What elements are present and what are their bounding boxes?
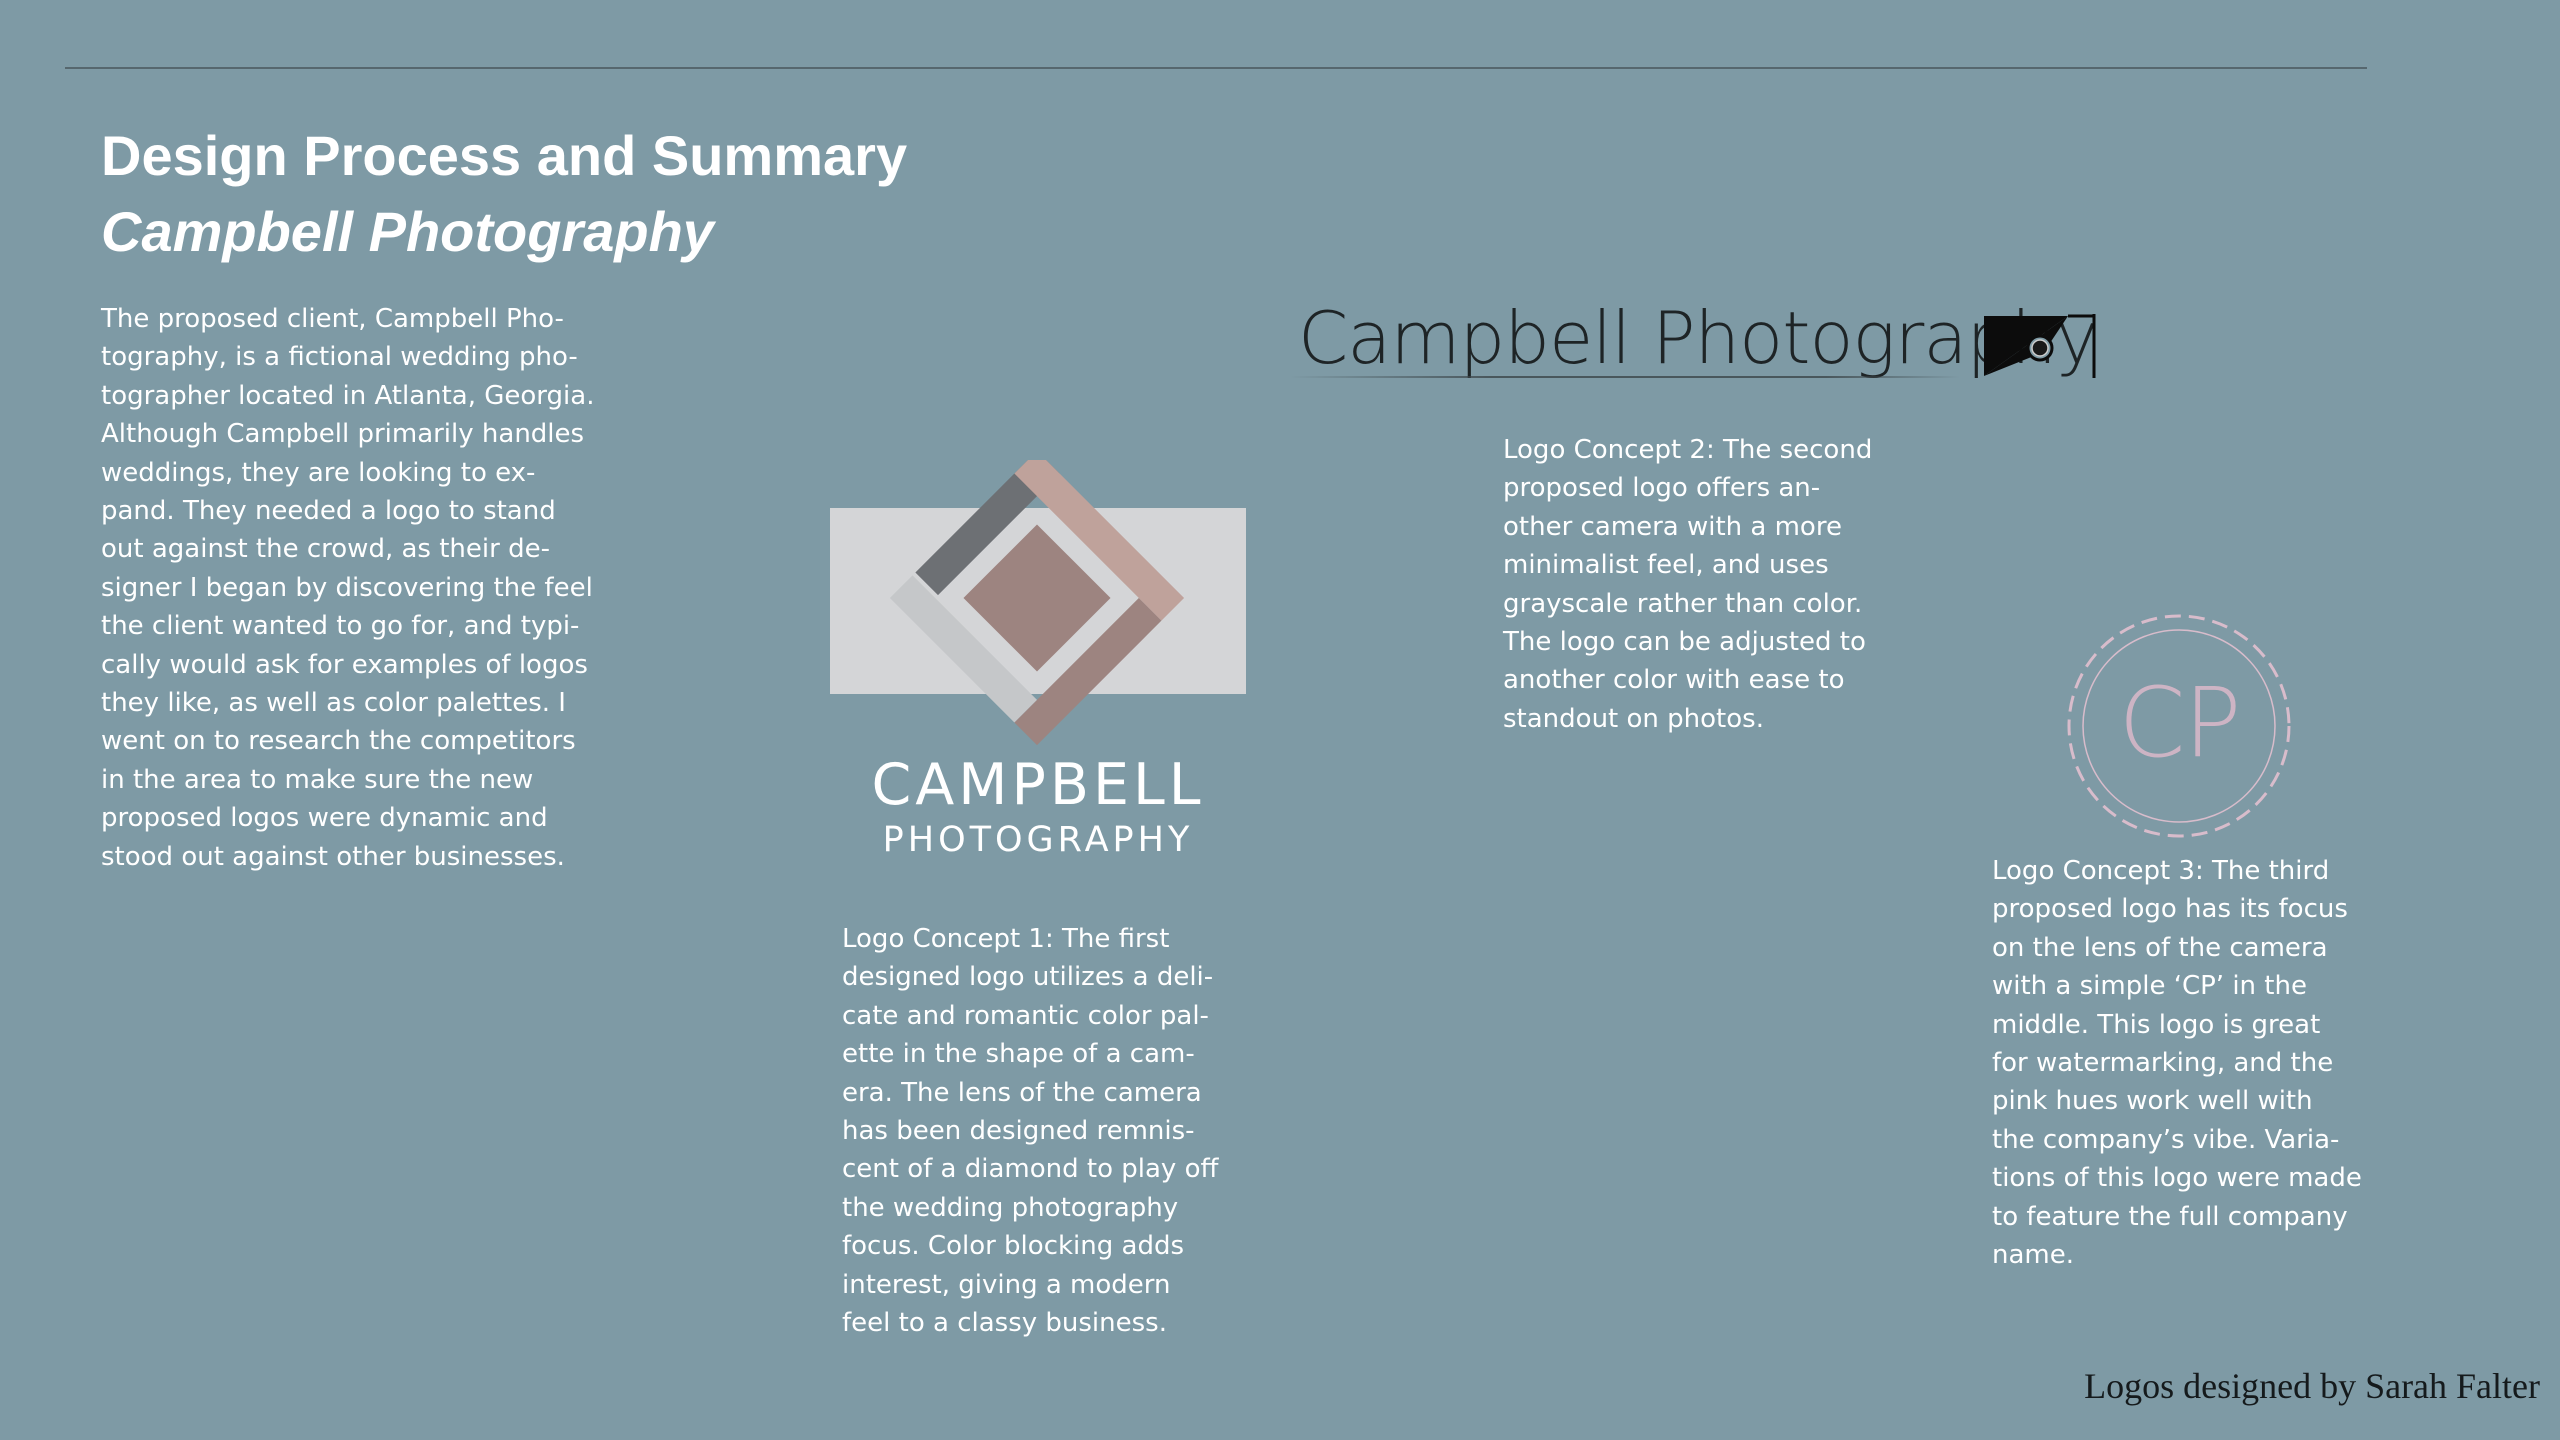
logo-concept-3-description: Logo Concept 3: The third proposed logo … — [1992, 856, 2362, 1271]
logo3-monogram: CP — [2118, 667, 2242, 779]
page-title: Design Process and Summary — [101, 124, 908, 187]
page-subtitle: Campbell Photography — [101, 200, 714, 263]
logo2-wordmark: Campbell Photography — [1298, 296, 2098, 380]
logo1-wordmark: CAMPBELL — [871, 752, 1205, 818]
logo2-underline — [1290, 376, 1960, 378]
camera-icon — [1984, 314, 2096, 378]
top-divider — [65, 67, 2367, 69]
designer-credit: Logos designed by Sarah Falter — [2084, 1366, 2540, 1406]
intro-paragraph: The proposed client, Campbell Pho- togra… — [101, 304, 595, 872]
logo-concept-2-description: Logo Concept 2: The second proposed logo… — [1503, 435, 1873, 734]
logo-concept-1-description: Logo Concept 1: The first designed logo … — [842, 924, 1219, 1339]
logo1-subline: PHOTOGRAPHY — [882, 820, 1194, 860]
